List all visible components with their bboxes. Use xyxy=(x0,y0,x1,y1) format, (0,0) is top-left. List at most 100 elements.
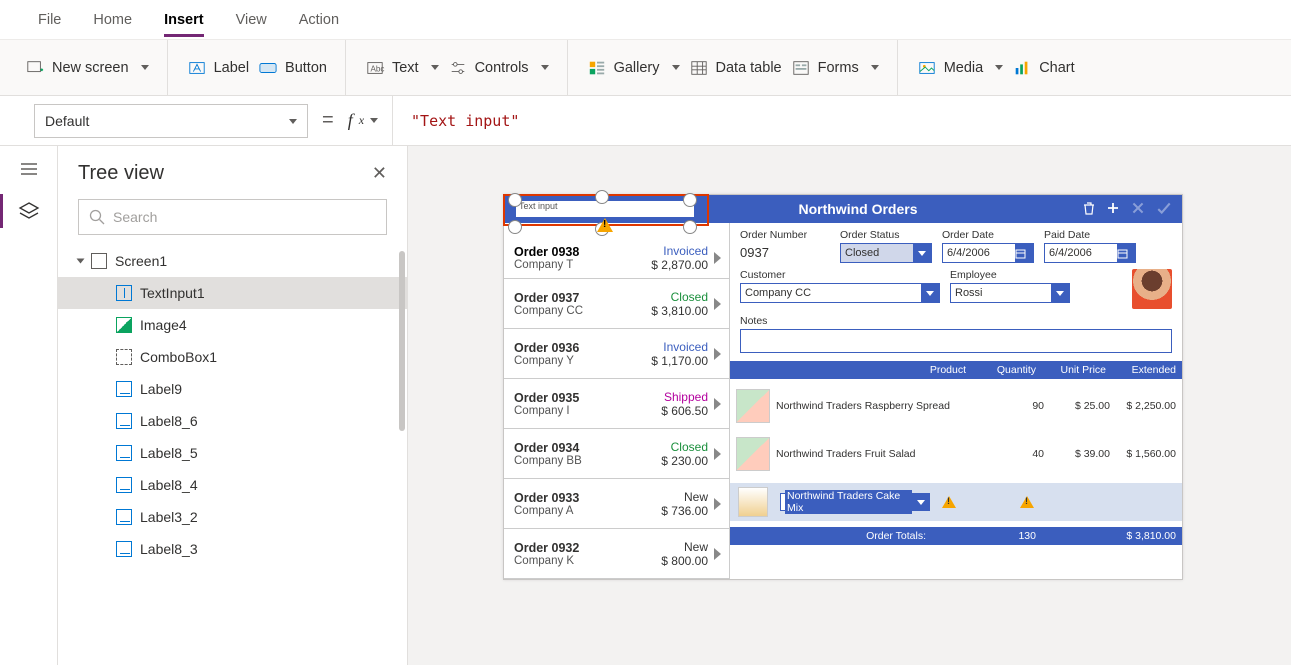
trash-icon[interactable] xyxy=(1082,201,1096,218)
order-id: Order 0933 xyxy=(514,491,634,505)
media-icon xyxy=(918,59,936,77)
chart-icon xyxy=(1013,59,1031,77)
chevron-right-icon xyxy=(714,348,721,360)
label-button[interactable]: Label xyxy=(188,59,249,77)
product-name: Northwind Traders Fruit Salad xyxy=(776,448,978,460)
tree-node-image4[interactable]: Image4 xyxy=(58,309,407,341)
tree-view-panel: Tree view ✕ Search Screen1 TextInput1 Im… xyxy=(58,146,408,665)
tree-node-combobox1[interactable]: ComboBox1 xyxy=(58,341,407,373)
order-date-value: 6/4/2006 xyxy=(947,247,990,259)
collapse-icon[interactable] xyxy=(77,259,85,264)
order-company: Company CC xyxy=(514,305,634,317)
order-company: Company I xyxy=(514,405,634,417)
orders-gallery[interactable]: Order 0938Company T Invoiced$ 2,870.00 O… xyxy=(504,223,730,579)
image-node-icon xyxy=(116,317,132,333)
new-product-row[interactable]: Northwind Traders Cake Mix xyxy=(730,483,1182,521)
datatable-button[interactable]: Data table xyxy=(690,59,782,77)
tree-search[interactable]: Search xyxy=(78,199,387,235)
menu-insert[interactable]: Insert xyxy=(164,12,204,37)
order-row[interactable]: Order 0938Company T Invoiced$ 2,870.00 xyxy=(504,223,729,279)
cancel-icon[interactable] xyxy=(1130,200,1146,219)
product-image xyxy=(738,487,768,517)
product-ext: $ 1,560.00 xyxy=(1116,448,1176,460)
order-row[interactable]: Order 0932Company KNew$ 800.00 xyxy=(504,529,729,579)
product-unit: $ 39.00 xyxy=(1050,448,1110,460)
label-node-icon xyxy=(116,541,132,557)
search-placeholder: Search xyxy=(113,209,157,225)
tree-node-label9[interactable]: Label9 xyxy=(58,373,407,405)
order-status-select[interactable]: Closed xyxy=(840,243,932,263)
menu-view[interactable]: View xyxy=(236,12,267,28)
order-status: Invoiced xyxy=(634,244,708,258)
col-product: Product xyxy=(736,364,966,376)
order-row[interactable]: Order 0933Company ANew$ 736.00 xyxy=(504,479,729,529)
forms-label: Forms xyxy=(818,60,859,76)
screen-node-icon xyxy=(91,253,107,269)
property-selector[interactable]: Default xyxy=(34,104,308,138)
order-date-picker[interactable]: 6/4/2006 xyxy=(942,243,1034,263)
tree-node-screen1[interactable]: Screen1 xyxy=(58,245,407,277)
close-icon[interactable]: ✕ xyxy=(372,163,387,184)
tree-node-label: ComboBox1 xyxy=(140,349,217,365)
tree-nodes: Screen1 TextInput1 Image4 ComboBox1 Labe… xyxy=(58,245,407,665)
order-company: Company K xyxy=(514,555,634,567)
formula-bar[interactable]: "Text input" xyxy=(392,96,519,145)
chart-button[interactable]: Chart xyxy=(1013,59,1074,77)
tree-node-label8-6[interactable]: Label8_6 xyxy=(58,405,407,437)
new-screen-button[interactable]: New screen xyxy=(26,59,149,77)
product-row[interactable]: Northwind Traders Raspberry Spread90$ 25… xyxy=(736,389,1176,423)
new-product-select[interactable]: Northwind Traders Cake Mix xyxy=(780,493,930,511)
order-status-value: Closed xyxy=(845,247,879,259)
employee-label: Employee xyxy=(950,269,1070,281)
tree-node-label8-3[interactable]: Label8_3 xyxy=(58,533,407,565)
order-date-label: Order Date xyxy=(942,229,1034,241)
menu-file[interactable]: File xyxy=(38,12,61,28)
order-form: Order Number0937 Order StatusClosed Orde… xyxy=(730,223,1182,579)
paid-date-picker[interactable]: 6/4/2006 xyxy=(1044,243,1136,263)
chevron-right-icon xyxy=(714,252,721,264)
order-row[interactable]: Order 0937Company CCClosed$ 3,810.00 xyxy=(504,279,729,329)
new-screen-label: New screen xyxy=(52,60,129,76)
order-row[interactable]: Order 0935Company IShipped$ 606.50 xyxy=(504,379,729,429)
menu-home[interactable]: Home xyxy=(93,12,132,28)
menu-action[interactable]: Action xyxy=(299,12,339,28)
order-id: Order 0937 xyxy=(514,291,634,305)
product-row[interactable]: Northwind Traders Fruit Salad40$ 39.00$ … xyxy=(736,437,1176,471)
tree-node-label: Label8_5 xyxy=(140,445,198,461)
order-status: Closed xyxy=(634,290,708,304)
order-status: Closed xyxy=(634,440,708,454)
fx-button[interactable]: fx xyxy=(348,110,378,131)
controls-button[interactable]: Controls xyxy=(449,59,549,77)
add-icon[interactable] xyxy=(1106,201,1120,218)
media-button[interactable]: Media xyxy=(918,59,1004,77)
forms-button[interactable]: Forms xyxy=(792,59,879,77)
hamburger-icon[interactable] xyxy=(18,158,40,180)
totals-ext: $ 3,810.00 xyxy=(1106,530,1176,542)
tree-node-label8-4[interactable]: Label8_4 xyxy=(58,469,407,501)
order-row[interactable]: Order 0936Company YInvoiced$ 1,170.00 xyxy=(504,329,729,379)
gallery-button[interactable]: Gallery xyxy=(588,59,680,77)
label-label: Label xyxy=(214,60,249,76)
order-amount: $ 230.00 xyxy=(634,454,708,468)
employee-select[interactable]: Rossi xyxy=(950,283,1070,303)
tree-node-label3-2[interactable]: Label3_2 xyxy=(58,501,407,533)
calendar-icon xyxy=(1117,244,1135,262)
product-grid-header: Product Quantity Unit Price Extended xyxy=(730,361,1182,379)
col-quantity: Quantity xyxy=(966,364,1036,376)
layers-icon[interactable] xyxy=(18,200,40,222)
button-button[interactable]: Button xyxy=(259,59,327,77)
tree-node-textinput1[interactable]: TextInput1 xyxy=(58,277,407,309)
calendar-icon xyxy=(1015,244,1033,262)
controls-label: Controls xyxy=(475,60,529,76)
notes-input[interactable] xyxy=(740,329,1172,353)
design-canvas[interactable]: Text input Northwind Orders xyxy=(408,146,1291,665)
scrollbar-thumb[interactable] xyxy=(399,251,405,431)
check-icon[interactable] xyxy=(1156,200,1172,219)
app-preview: Northwind Orders Order 0938Company T Inv… xyxy=(503,194,1183,580)
text-button[interactable]: Abc Text xyxy=(366,59,439,77)
customer-select[interactable]: Company CC xyxy=(740,283,940,303)
chevron-down-icon xyxy=(285,113,297,129)
order-row[interactable]: Order 0934Company BBClosed$ 230.00 xyxy=(504,429,729,479)
tree-node-label8-5[interactable]: Label8_5 xyxy=(58,437,407,469)
order-id: Order 0934 xyxy=(514,441,634,455)
